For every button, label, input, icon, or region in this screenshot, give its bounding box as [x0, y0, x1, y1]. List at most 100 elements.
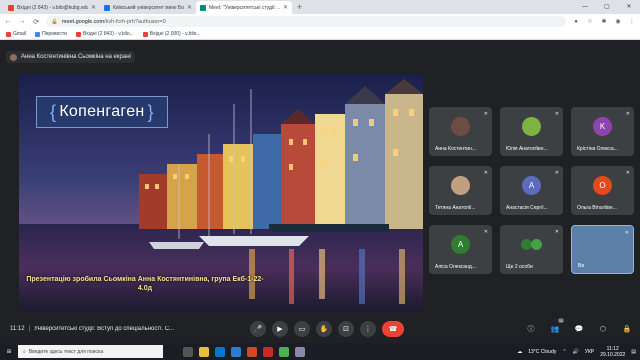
presenter-banner: Анна Костентинівна Сьомкіна на екрані [6, 51, 135, 63]
slide-title: { Копенгаген } [36, 96, 168, 128]
participants-count: 11 [557, 318, 564, 323]
language-indicator[interactable]: УКР [585, 349, 594, 355]
url-path: /kvh-fcrh-prh?authuser=0 [104, 18, 166, 25]
participant-tile[interactable]: K ✕ Крістіна Олекса... [571, 107, 634, 156]
reload-icon[interactable]: ⟳ [32, 18, 40, 26]
browser-tab[interactable]: Meet: "Університетські студії: ... ✕ [196, 1, 292, 14]
tab-close-icon[interactable]: ✕ [187, 4, 192, 11]
weather-icon: ☁ [517, 348, 523, 355]
participant-avatar: O [593, 176, 612, 195]
windows-start-icon[interactable]: ⊞ [0, 343, 18, 360]
participant-avatar [451, 117, 470, 136]
word-icon[interactable] [231, 346, 241, 357]
bookmark-item[interactable]: Gmail [6, 31, 26, 37]
volume-icon[interactable]: 🔊 [573, 349, 579, 355]
slide-title-text: Копенгаген [59, 103, 145, 120]
participant-tile[interactable]: A ✕ Анастасія Сергії... [500, 166, 563, 215]
mic-muted-icon: ✕ [483, 170, 488, 176]
activities-icon[interactable]: ⬡ [596, 322, 610, 336]
captions-icon[interactable]: ▭ [294, 321, 310, 337]
mic-muted-icon: ✕ [483, 111, 488, 117]
browser-tab[interactable]: Київський університет імені Бориса Грінч… [100, 1, 196, 14]
participant-name: Тетяна Анатолії... [435, 205, 476, 211]
clock[interactable]: 11:12 29.10.2022 [600, 346, 625, 358]
camera-icon[interactable]: ● [572, 18, 580, 26]
forward-arrow-icon[interactable]: → [18, 18, 26, 25]
mic-muted-icon: ✕ [625, 170, 630, 176]
mic-muted-icon: ✕ [554, 111, 559, 117]
maximize-button[interactable]: ▢ [596, 0, 618, 14]
present-icon[interactable]: ⊡ [338, 321, 354, 337]
powerpoint-icon[interactable] [247, 346, 257, 357]
participant-name: Аліса Олександ... [435, 264, 476, 270]
bookmark-item[interactable]: Вхідні (2 000) - v.bilo... [142, 31, 201, 37]
weather-text: 13°C Cloudy [528, 348, 557, 355]
participant-tile[interactable]: ✕ Анна Костентин... [429, 107, 492, 156]
participant-avatar [522, 117, 541, 136]
more-options-icon[interactable]: ⋮ [360, 321, 376, 337]
meet-control-bar: 11:12 | Університетські студії: Вступ до… [0, 314, 640, 343]
meeting-name: Університетські студії: Вступ до спеціал… [34, 325, 175, 332]
taskbar-search[interactable]: ⌕ Введите здесь текст для поиска [18, 345, 163, 358]
chat-icon[interactable]: 💬 [572, 322, 586, 336]
url-input[interactable]: 🔒 meet.google.com/kvh-fcrh-prh?authuser=… [46, 16, 566, 27]
participant-avatar: A [451, 235, 470, 254]
participant-name: Крістіна Олекса... [577, 146, 618, 152]
camera-toggle-icon[interactable]: ▶ [272, 321, 288, 337]
app-icon[interactable] [295, 346, 305, 357]
participant-avatar [451, 176, 470, 195]
side-buttons: ⓘ 👥 11 💬 ⬡ 🔒 [524, 318, 634, 336]
edge-icon[interactable] [215, 346, 225, 357]
tab-title: Meet: "Університетські студії: ... [209, 4, 280, 11]
minimize-button[interactable]: — [574, 0, 596, 14]
tab-favicon-icon [200, 4, 206, 11]
mic-icon[interactable]: 🎤 [250, 321, 266, 337]
close-window-button[interactable]: ✕ [618, 0, 640, 14]
chrome-icon[interactable] [279, 346, 289, 357]
menu-icon[interactable]: ⋮ [628, 18, 636, 26]
participant-name: Анна Костентин... [435, 146, 477, 152]
participant-tile[interactable]: ✕ Ще 2 особи [500, 225, 563, 274]
bookmark-label: Перевести [42, 31, 67, 37]
clock-date: 29.10.2022 [600, 351, 626, 358]
bookmark-item[interactable]: Перевести [35, 31, 67, 37]
bookmarks-bar: Gmail Перевести Вхідні (2 843) - v.bilo...… [0, 29, 640, 40]
opera-icon[interactable] [263, 346, 273, 357]
bookmark-item[interactable]: Вхідні (2 843) - v.bilo... [75, 31, 134, 37]
new-tab-button[interactable]: + [292, 1, 307, 14]
profile-icon[interactable]: ◉ [614, 18, 622, 26]
tray-arrow-icon[interactable]: ⌃ [562, 349, 566, 355]
mic-muted-icon: ✕ [554, 229, 559, 235]
separator: | [28, 325, 31, 332]
presenter-text: Анна Костентинівна Сьомкіна на екрані [21, 54, 131, 60]
participant-name: Юлія Анатоліївн... [506, 146, 548, 152]
tab-favicon-icon [8, 4, 14, 11]
browser-tab[interactable]: Вхідні (2 843) - v.bilo@kubg.edu.ua ✕ [4, 1, 100, 14]
tab-close-icon[interactable]: ✕ [283, 4, 288, 11]
extensions-icon[interactable]: ✱ [600, 18, 608, 26]
participant-avatar [594, 236, 613, 255]
participant-tile[interactable]: O ✕ Ольга Віталіївн... [571, 166, 634, 215]
lock-host-icon[interactable]: 🔒 [620, 322, 634, 336]
taskbar-apps [183, 346, 305, 357]
notifications-icon[interactable]: ▤ [631, 349, 636, 355]
participant-tile[interactable]: ✕ Ви [571, 225, 634, 274]
raise-hand-icon[interactable]: ✋ [316, 321, 332, 337]
bookmark-icon [75, 31, 81, 37]
tab-close-icon[interactable]: ✕ [91, 4, 96, 11]
brace-right: } [147, 101, 154, 122]
back-arrow-icon[interactable]: ← [4, 18, 12, 25]
end-call-icon[interactable]: ☎ [382, 321, 404, 337]
participant-tile[interactable]: ✕ Тетяна Анатолії... [429, 166, 492, 215]
people-icon[interactable]: 👥 11 [548, 318, 564, 336]
participant-name: Ви [578, 263, 585, 269]
window-controls: — ▢ ✕ [574, 0, 640, 14]
task-view-icon[interactable] [183, 346, 193, 357]
file-explorer-icon[interactable] [199, 346, 209, 357]
participant-name: Анастасія Сергії... [506, 205, 548, 211]
participant-tile[interactable]: ✕ Юлія Анатоліївн... [500, 107, 563, 156]
star-icon[interactable]: ☆ [586, 18, 594, 26]
info-icon[interactable]: ⓘ [524, 322, 538, 336]
participant-tile[interactable]: A ✕ Аліса Олександ... [429, 225, 492, 274]
bookmark-label: Вхідні (2 000) - v.bilo... [149, 31, 201, 37]
